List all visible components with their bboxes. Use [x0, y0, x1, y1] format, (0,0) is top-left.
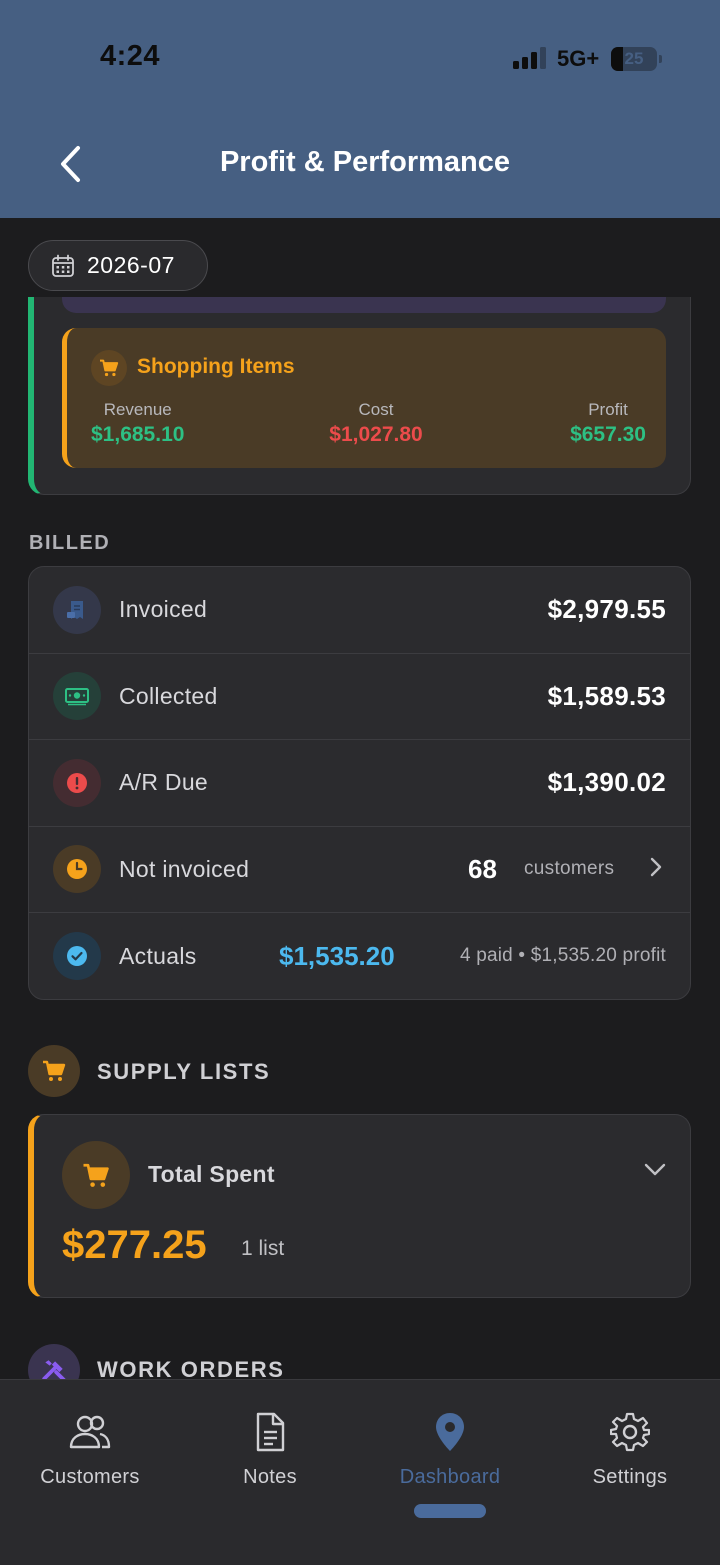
- collected-row[interactable]: Collected $1,589.53: [29, 654, 690, 740]
- nav-settings[interactable]: Settings: [540, 1410, 720, 1489]
- category-strip: [62, 297, 666, 313]
- invoiced-value: $2,979.55: [547, 594, 666, 625]
- not-invoiced-unit: customers: [524, 858, 615, 880]
- battery-icon: 25: [611, 47, 662, 71]
- profit-value: $657.30: [570, 423, 646, 446]
- nav-customers[interactable]: Customers: [0, 1410, 180, 1489]
- clock-icon: [53, 845, 101, 894]
- supply-lists-title: SUPPLY LISTS: [97, 1059, 271, 1084]
- page-title: Profit & Performance: [219, 146, 511, 178]
- billed-section-label: BILLED: [29, 532, 111, 554]
- cost-value: $1,027.80: [329, 423, 423, 446]
- signal-icon: [513, 47, 547, 69]
- breakdown-card: Shopping Items Revenue $1,685.10 Cost $1…: [28, 297, 691, 495]
- list-count: 1 list: [241, 1237, 285, 1260]
- gear-icon: [540, 1410, 720, 1454]
- cost-metric: Cost $1,027.80: [321, 400, 431, 447]
- collected-label: Collected: [119, 682, 218, 709]
- status-time: 4:24: [100, 40, 161, 72]
- invoiced-row[interactable]: Invoiced $2,979.55: [29, 567, 690, 654]
- actuals-value: $1,535.20: [279, 940, 395, 971]
- actuals-row[interactable]: Actuals $1,535.20 4 paid • $1,535.20 pro…: [29, 913, 690, 999]
- invoiced-label: Invoiced: [119, 596, 208, 623]
- revenue-metric: Revenue $1,685.10: [91, 400, 184, 447]
- profit-label: Profit: [588, 400, 628, 419]
- home-indicator[interactable]: [414, 1504, 486, 1518]
- battery-level: 25: [624, 49, 644, 68]
- revenue-label: Revenue: [103, 400, 172, 419]
- receipt-icon: [53, 585, 101, 634]
- not-invoiced-label: Not invoiced: [119, 855, 250, 882]
- revenue-value: $1,685.10: [91, 423, 185, 446]
- app-header: 4:24 5G+ 25 Profit & Performance: [0, 0, 720, 218]
- nav-notes-label: Notes: [243, 1466, 297, 1488]
- map-pin-icon: [360, 1410, 540, 1454]
- users-icon: [0, 1410, 180, 1454]
- bottom-nav: Customers Notes Dashboard Settings: [0, 1379, 720, 1565]
- nav-dashboard-label: Dashboard: [399, 1466, 501, 1488]
- cart-icon: [91, 350, 127, 386]
- network-type: 5G+: [557, 46, 600, 71]
- cart-icon: [62, 1141, 130, 1209]
- nav-notes[interactable]: Notes: [180, 1410, 360, 1489]
- calendar-icon: [52, 254, 74, 277]
- cost-label: Cost: [358, 400, 394, 419]
- cash-icon: [53, 672, 101, 721]
- supply-cart-icon: [28, 1045, 80, 1097]
- chevron-down-icon[interactable]: [644, 1163, 666, 1182]
- actuals-meta: 4 paid • $1,535.20 profit: [459, 945, 666, 967]
- nav-dashboard[interactable]: Dashboard: [360, 1410, 540, 1489]
- billed-list: Invoiced $2,979.55 Collected $1,589.53 A…: [28, 566, 691, 1000]
- month-picker[interactable]: 2026-07: [28, 240, 208, 291]
- chevron-right-icon: [650, 857, 662, 882]
- total-spent-amount: $277.25: [62, 1223, 207, 1267]
- shopping-items-title: Shopping Items: [137, 355, 295, 378]
- actuals-label: Actuals: [119, 942, 197, 969]
- month-value: 2026-07: [87, 252, 175, 278]
- not-invoiced-count: 68: [468, 853, 497, 884]
- check-circle-icon: [53, 932, 101, 981]
- profit-metric: Profit $657.30: [570, 400, 646, 447]
- ar-due-value: $1,390.02: [547, 767, 666, 798]
- nav-customers-label: Customers: [40, 1466, 140, 1488]
- not-invoiced-row[interactable]: Not invoiced 68 customers: [29, 827, 690, 913]
- supply-total-card[interactable]: Total Spent $277.25 1 list: [28, 1114, 691, 1298]
- ar-due-label: A/R Due: [119, 769, 209, 796]
- alert-icon: [53, 758, 101, 807]
- total-spent-label: Total Spent: [148, 1161, 275, 1187]
- shopping-items-box: Shopping Items Revenue $1,685.10 Cost $1…: [62, 328, 666, 468]
- ar-due-row[interactable]: A/R Due $1,390.02: [29, 740, 690, 827]
- document-icon: [180, 1410, 360, 1454]
- nav-settings-label: Settings: [592, 1466, 668, 1488]
- collected-value: $1,589.53: [547, 680, 666, 711]
